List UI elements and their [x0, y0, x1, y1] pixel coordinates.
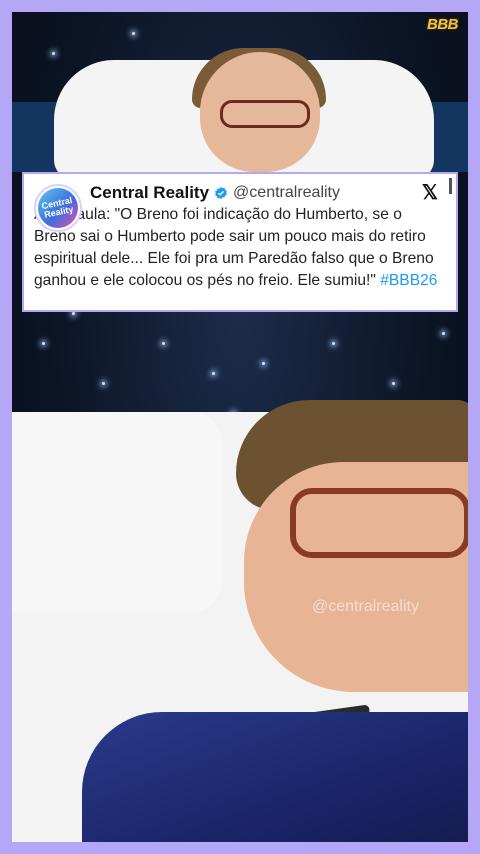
account-name[interactable]: Central Reality [90, 183, 209, 203]
x-logo-icon[interactable]: 𝕏 [422, 180, 438, 205]
tweet-body: Ana Paula: "O Breno foi indicação do Hum… [34, 206, 434, 289]
tweet-header: Central Reality @centralreality [90, 182, 446, 204]
person-bottom-glasses [290, 488, 468, 558]
avatar-image: Central Reality [38, 188, 78, 228]
tweet-card: Central Reality 𝕏 Central Reality @centr… [22, 172, 458, 312]
hashtag-link[interactable]: #BBB26 [380, 272, 437, 289]
scrollbar[interactable] [449, 178, 452, 194]
avatar-text: Central Reality [40, 194, 75, 220]
video-frame: @centralreality [12, 12, 468, 842]
tweet-text: Ana Paula: "O Breno foi indicação do Hum… [34, 204, 446, 292]
watermark: @centralreality [312, 598, 419, 615]
person-top-glasses [220, 100, 310, 128]
avatar[interactable]: Central Reality [34, 184, 82, 232]
verified-badge-icon [215, 186, 227, 200]
account-handle[interactable]: @centralreality [233, 184, 340, 202]
person-bottom-arm [12, 412, 222, 612]
blanket [82, 712, 468, 842]
bbb-logo: BBB [427, 16, 459, 33]
